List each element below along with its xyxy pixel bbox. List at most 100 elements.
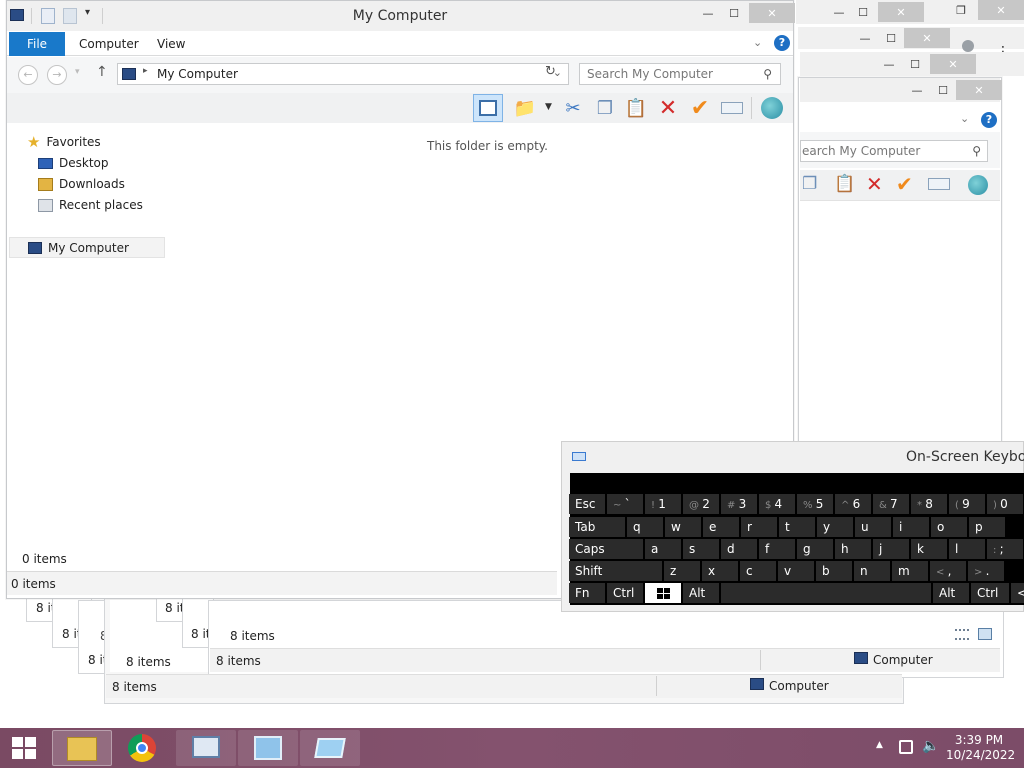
close-button[interactable]: ✕ — [749, 3, 795, 23]
taskbar-file-explorer[interactable] — [52, 730, 112, 766]
globe-icon[interactable] — [968, 175, 988, 195]
key-!-1[interactable]: ! 1 — [645, 494, 681, 514]
up-button[interactable]: ↑ — [96, 64, 108, 80]
key-ctrl[interactable]: Ctrl — [607, 583, 643, 603]
windows-key[interactable] — [645, 583, 681, 603]
key-p[interactable]: p — [969, 517, 1005, 537]
refresh-button[interactable]: ↻ — [545, 64, 556, 79]
key-<-,[interactable]: < , — [930, 561, 966, 581]
back-window-4-close-button[interactable]: ✕ — [956, 80, 1002, 100]
key-^-6[interactable]: ^ 6 — [835, 494, 871, 514]
nav-recent-places[interactable]: Recent places — [38, 195, 143, 215]
back-window-1b-restore-button[interactable]: ❐ — [948, 0, 974, 20]
help-icon[interactable]: ? — [774, 35, 790, 51]
key-t[interactable]: t — [779, 517, 815, 537]
key-z[interactable]: z — [664, 561, 700, 581]
key-d[interactable]: d — [721, 539, 757, 559]
title-bar[interactable]: ▾ My Computer — ☐ ✕ — [7, 1, 795, 31]
nav-favorites[interactable]: ★ Favorites — [27, 132, 101, 152]
cut-icon[interactable]: ✂ — [561, 96, 585, 120]
rename-icon[interactable] — [720, 96, 744, 120]
back-window-4-help-icon[interactable]: ? — [981, 112, 997, 128]
show-hidden-icons[interactable]: ▲ — [876, 740, 883, 750]
copy-icon[interactable]: ❐ — [593, 96, 617, 120]
space-key[interactable] — [721, 583, 931, 603]
network-icon[interactable] — [899, 740, 913, 754]
details-view-icon[interactable] — [955, 629, 969, 640]
rename-icon[interactable] — [928, 178, 950, 190]
key-(-9[interactable]: ( 9 — [949, 494, 985, 514]
key-v[interactable]: v — [778, 561, 814, 581]
paste-icon[interactable]: 📋 — [834, 174, 855, 194]
breadcrumb-separator-icon[interactable]: ▸ — [143, 66, 148, 76]
back-window-3-minimize-button[interactable]: — — [876, 54, 902, 74]
check-icon[interactable]: ✔ — [896, 172, 913, 196]
maximize-button[interactable]: ☐ — [721, 3, 747, 23]
key-l[interactable]: l — [949, 539, 985, 559]
address-input[interactable]: ▸ My Computer ⌄ — [117, 63, 569, 85]
key-&-7[interactable]: & 7 — [873, 494, 909, 514]
nav-my-computer[interactable]: My Computer — [9, 237, 165, 258]
back-window-4-minimize-button[interactable]: — — [904, 80, 930, 100]
tab-file[interactable]: File — [9, 32, 65, 56]
search-input[interactable]: Search My Computer ⚲ — [579, 63, 781, 85]
taskbar-control-panel[interactable] — [238, 730, 298, 766]
key-r[interactable]: r — [741, 517, 777, 537]
breadcrumb[interactable]: My Computer — [157, 67, 238, 81]
key->-.[interactable]: > . — [968, 561, 1004, 581]
back-window-2-close-button[interactable]: ✕ — [904, 28, 950, 48]
key-y[interactable]: y — [817, 517, 853, 537]
key-j[interactable]: j — [873, 539, 909, 559]
key-m[interactable]: m — [892, 561, 928, 581]
globe-icon[interactable] — [760, 96, 784, 120]
key-a[interactable]: a — [645, 539, 681, 559]
key-f[interactable]: f — [759, 539, 795, 559]
large-icons-view-icon[interactable] — [978, 628, 992, 640]
back-window-4-maximize-button[interactable]: ☐ — [930, 80, 956, 100]
key-#-3[interactable]: # 3 — [721, 494, 757, 514]
copy-icon[interactable]: ❐ — [802, 174, 817, 194]
back-window-1b-close-button[interactable]: ✕ — [978, 0, 1024, 20]
taskbar-chrome[interactable] — [114, 730, 174, 766]
back-window-1-maximize-button[interactable]: ☐ — [850, 2, 876, 22]
key-b[interactable]: b — [816, 561, 852, 581]
key-k[interactable]: k — [911, 539, 947, 559]
minimize-button[interactable]: — — [695, 3, 721, 23]
delete-icon[interactable]: ✕ — [866, 172, 883, 196]
preview-pane-icon[interactable] — [473, 94, 503, 122]
key-i[interactable]: i — [893, 517, 929, 537]
back-window-2-maximize-button[interactable]: ☐ — [878, 28, 904, 48]
key-alt[interactable]: Alt — [933, 583, 969, 603]
key-)-0[interactable]: ) 0 — [987, 494, 1023, 514]
back-window-1-minimize-button[interactable]: — — [826, 2, 852, 22]
back-window-1-close-button[interactable]: ✕ — [878, 2, 924, 22]
taskbar-app[interactable] — [300, 730, 360, 766]
key-*-8[interactable]: * 8 — [911, 494, 947, 514]
key-:-;[interactable]: : ; — [987, 539, 1023, 559]
folder-options-dropdown-icon[interactable]: ▼ — [545, 102, 552, 112]
key-shift[interactable]: Shift — [569, 561, 662, 581]
check-icon[interactable]: ✔ — [688, 96, 712, 121]
key-%-5[interactable]: % 5 — [797, 494, 833, 514]
key-esc[interactable]: Esc — [569, 494, 605, 514]
recent-locations-icon[interactable]: ▾ — [75, 67, 80, 77]
delete-icon[interactable]: ✕ — [656, 96, 680, 121]
back-window-3-close-button[interactable]: ✕ — [930, 54, 976, 74]
key-~-`[interactable]: ~ ` — [607, 494, 643, 514]
key-u[interactable]: u — [855, 517, 891, 537]
key-q[interactable]: q — [627, 517, 663, 537]
key-n[interactable]: n — [854, 561, 890, 581]
key-fn[interactable]: Fn — [569, 583, 605, 603]
avatar[interactable] — [962, 40, 974, 52]
key-x[interactable]: x — [702, 561, 738, 581]
key-o[interactable]: o — [931, 517, 967, 537]
key-w[interactable]: w — [665, 517, 701, 537]
key-$-4[interactable]: $ 4 — [759, 494, 795, 514]
paste-icon[interactable]: 📋 — [624, 96, 648, 120]
key-@-2[interactable]: @ 2 — [683, 494, 719, 514]
folder-options-icon[interactable]: 📁 — [513, 96, 537, 120]
taskbar-remote-desktop[interactable] — [176, 730, 236, 766]
key-<[interactable]: < — [1011, 583, 1024, 603]
start-button[interactable] — [4, 732, 44, 764]
back-window-2-minimize-button[interactable]: — — [852, 28, 878, 48]
